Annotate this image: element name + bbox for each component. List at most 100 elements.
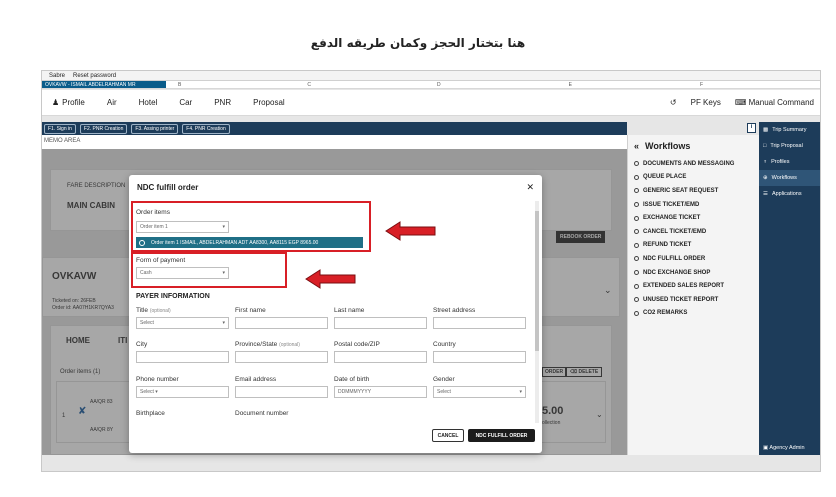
tab-reset-password[interactable]: Reset password: [69, 73, 120, 79]
nav-car[interactable]: Car: [179, 98, 192, 107]
close-icon[interactable]: ✕: [526, 182, 534, 193]
right-sidebar: ▩ Trip Summary □ Trip Proposal ♆ Profiles ⊕…: [759, 122, 820, 455]
add-circle-icon: [634, 270, 639, 276]
workflow-exchange-ticket[interactable]: EXCHANGE TICKET: [634, 211, 759, 225]
nav-proposal[interactable]: Proposal: [253, 98, 285, 107]
email-input[interactable]: [235, 386, 328, 398]
sheet-active-pnr[interactable]: OVKAVW - ISMAIL ABDELRAHMAN MR: [42, 81, 166, 88]
province-label-text: Province/State: [235, 341, 278, 348]
history-icon[interactable]: ↺: [670, 98, 677, 107]
nav-pnr[interactable]: PNR: [214, 98, 231, 107]
sidebar-label: Profiles: [771, 159, 790, 165]
sidebar-item-applications[interactable]: ☰ Applications: [759, 186, 820, 202]
date-of-birth-input[interactable]: DDMMMYYYY: [334, 386, 427, 398]
workflow-label: CO2 REMARKS: [643, 310, 688, 317]
nav-manual-command[interactable]: ⌨ Manual Command: [735, 98, 814, 107]
memo-area[interactable]: MEMO AREA: [42, 135, 627, 149]
add-circle-icon: [634, 215, 639, 221]
add-circle-icon: [634, 229, 639, 235]
person-icon: ♟: [52, 98, 60, 107]
email-label: Email address: [235, 376, 277, 383]
workflow-seat-request[interactable]: GENERIC SEAT REQUEST: [634, 184, 759, 198]
sheet-col-e[interactable]: E: [569, 82, 572, 88]
order-items-highlight: [131, 201, 371, 252]
document-number-label: Document number: [235, 410, 289, 417]
title-label: Title (optional): [136, 307, 171, 314]
cancel-button[interactable]: CANCEL: [432, 429, 464, 442]
nav-air[interactable]: Air: [107, 98, 117, 107]
workflow-label: UNUSED TICKET REPORT: [643, 296, 719, 303]
sheet-col-f[interactable]: F: [700, 82, 703, 88]
tab-sabre[interactable]: Sabre: [45, 73, 69, 79]
chevron-down-icon: ▾: [222, 320, 225, 326]
workflows-list: DOCUMENTS AND MESSAGING QUEUE PLACE GENE…: [628, 157, 759, 320]
sidebar-item-workflows[interactable]: ⊕ Workflows: [759, 170, 820, 186]
dialog-scrollbar[interactable]: [535, 201, 539, 423]
sheet-col-d[interactable]: D: [437, 82, 441, 88]
workflow-refund-ticket[interactable]: REFUND TICKET: [634, 239, 759, 253]
workflow-label: QUEUE PLACE: [643, 174, 687, 181]
workflow-queue-place[interactable]: QUEUE PLACE: [634, 171, 759, 185]
province-input[interactable]: [235, 351, 328, 363]
workflow-label: ISSUE TICKET/EMD: [643, 201, 700, 208]
workflow-issue-ticket[interactable]: ISSUE TICKET/EMD: [634, 198, 759, 212]
agency-admin-link[interactable]: ▣ Agency Admin: [763, 445, 805, 451]
sidebar-item-trip-proposal[interactable]: □ Trip Proposal: [759, 138, 820, 154]
sidebar-label: Trip Proposal: [770, 143, 803, 149]
sidebar-item-trip-summary[interactable]: ▩ Trip Summary: [759, 122, 820, 138]
first-name-label: First name: [235, 307, 266, 314]
workflow-label: REFUND TICKET: [643, 242, 692, 249]
workflows-panel: « Workflows DOCUMENTS AND MESSAGING QUEUE…: [627, 135, 759, 455]
nav-hotel[interactable]: Hotel: [139, 98, 158, 107]
gender-select[interactable]: Select ▾: [433, 386, 526, 398]
workflow-unused-ticket[interactable]: UNUSED TICKET REPORT: [634, 293, 759, 307]
gender-label: Gender: [433, 376, 455, 383]
title-select[interactable]: Select ▾: [136, 317, 229, 329]
phone-select[interactable]: Select ▾: [136, 386, 229, 398]
workflow-ndc-exchange[interactable]: NDC EXCHANGE SHOP: [634, 266, 759, 280]
birthplace-label: Birthplace: [136, 410, 165, 417]
workflow-label: EXCHANGE TICKET: [643, 215, 701, 222]
workflow-cancel-ticket[interactable]: CANCEL TICKET/EMD: [634, 225, 759, 239]
f4-pnr-creation-button[interactable]: F4. PNR Creation: [182, 123, 230, 134]
postal-code-input[interactable]: [334, 351, 427, 363]
function-key-bar: F1. Sign in F2. PNR Creation F3. Assing …: [42, 122, 627, 135]
workflow-sales-report[interactable]: EXTENDED SALES REPORT: [634, 279, 759, 293]
add-circle-icon: [634, 174, 639, 180]
workflow-label: DOCUMENTS AND MESSAGING: [643, 160, 735, 167]
workflow-ndc-fulfill[interactable]: NDC FULFILL ORDER: [634, 252, 759, 266]
workflow-co2-remarks[interactable]: CO2 REMARKS: [634, 307, 759, 321]
nav-manual-label: Manual Command: [748, 98, 814, 107]
f2-pnr-creation-button[interactable]: F2. PNR Creation: [79, 123, 128, 134]
sidebar-item-profiles[interactable]: ♆ Profiles: [759, 154, 820, 170]
info-icon[interactable]: i: [747, 123, 756, 133]
city-input[interactable]: [136, 351, 229, 363]
dob-placeholder: DDMMMYYYY: [338, 389, 372, 395]
street-address-input[interactable]: [433, 317, 526, 329]
title-label-text: Title: [136, 307, 149, 314]
collapse-icon[interactable]: «: [634, 141, 639, 151]
country-input[interactable]: [433, 351, 526, 363]
workflow-documents[interactable]: DOCUMENTS AND MESSAGING: [634, 157, 759, 171]
suitcase-icon: ▩: [763, 127, 769, 133]
last-name-label: Last name: [334, 307, 365, 314]
scrollbar-thumb[interactable]: [535, 211, 539, 351]
workflows-header: « Workflows: [628, 135, 759, 157]
first-name-input[interactable]: [235, 317, 328, 329]
f3-assign-printer-button[interactable]: F3. Assing printer: [131, 123, 179, 134]
nav-pf-keys[interactable]: PF Keys: [691, 98, 721, 107]
nav-profile[interactable]: ♟ Profile: [52, 98, 85, 107]
f1-sign-in-button[interactable]: F1. Sign in: [44, 123, 76, 134]
street-address-label: Street address: [433, 307, 476, 314]
province-label: Province/State (optional): [235, 341, 300, 348]
postal-code-label: Postal code/ZIP: [334, 341, 380, 348]
workflow-icon: ⊕: [763, 175, 768, 181]
nav-profile-label: Profile: [62, 98, 85, 107]
profiles-icon: ♆: [763, 159, 768, 165]
ndc-fulfill-order-button[interactable]: NDC FULFILL ORDER: [468, 429, 535, 442]
last-name-input[interactable]: [334, 317, 427, 329]
sheet-col-c[interactable]: C: [307, 82, 311, 88]
add-circle-icon: [634, 242, 639, 248]
sheet-col-b[interactable]: B: [178, 82, 181, 88]
title-select-value: Select: [140, 320, 154, 326]
